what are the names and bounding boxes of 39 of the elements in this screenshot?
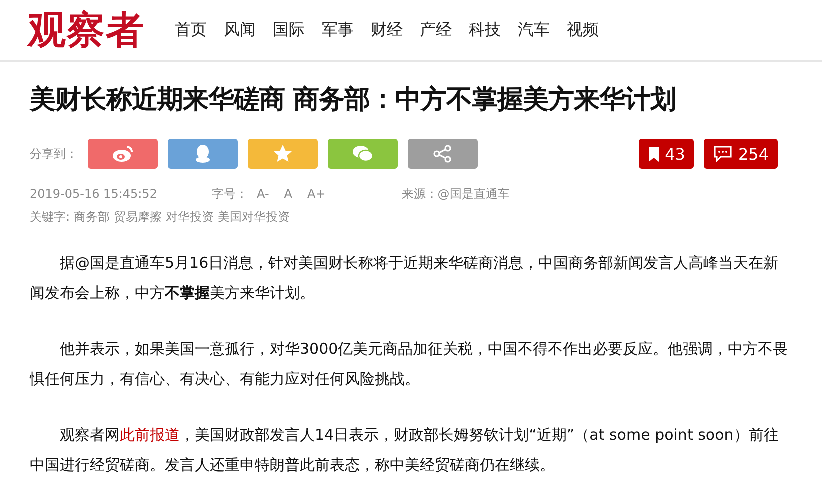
- nav-link[interactable]: 军事: [322, 20, 354, 40]
- nav-link[interactable]: 财经: [371, 20, 403, 40]
- comment-icon: [713, 145, 734, 163]
- keyword-link[interactable]: 美国对华投资: [218, 209, 290, 226]
- share-button[interactable]: [408, 139, 478, 169]
- article-link[interactable]: 此前报道: [120, 426, 180, 444]
- share-icon: [433, 145, 453, 163]
- penguin-icon: [195, 144, 211, 164]
- star-icon: [273, 144, 293, 164]
- share-label: 分享到：: [30, 146, 78, 162]
- keyword-link[interactable]: 对华投资: [166, 209, 214, 226]
- publish-time: 2019-05-16 15:45:52: [30, 187, 158, 201]
- article-paragraph: 据@国是直通车5月16日消息，针对美国财长称将于近期来华磋商消息，中国商务部新闻发言人高峰当天在新闻发布会上称，中方不掌握美方来华计划。: [30, 253, 780, 304]
- bookmark-icon: [648, 146, 660, 162]
- article-paragraph: 观察者网此前报道，美国财政部发言人14日表示，财政部长姆努钦计划“近期”（at some point soon）前往中国进行经贸磋商。发言人还重申特朗普此前表态，称中美经贸磋商仍在继续。: [30, 425, 780, 476]
- nav-link[interactable]: 科技: [469, 20, 501, 40]
- share-button[interactable]: [328, 139, 398, 169]
- keyword-link[interactable]: 商务部: [74, 209, 110, 226]
- keyword-link[interactable]: 贸易摩擦: [114, 209, 162, 226]
- share-button[interactable]: [88, 139, 158, 169]
- nav-link[interactable]: 首页: [175, 20, 207, 40]
- source-text: 来源：@国是直通车: [402, 186, 510, 202]
- article-paragraph: 他并表示，如果美国一意孤行，对华3000亿美元商品加征关税，中国不得不作出必要反应。他强调，中方不畏惧任何压力，有信心、有决心、有能力应对任何风险挑战。: [30, 339, 790, 390]
- comment-button[interactable]: 254: [704, 139, 778, 169]
- site-logo[interactable]: 观察者: [28, 11, 145, 49]
- nav-link[interactable]: 视频: [567, 20, 599, 40]
- font-size-link[interactable]: A-: [257, 187, 270, 201]
- font-size-link[interactable]: A: [284, 187, 292, 201]
- share-button[interactable]: [248, 139, 318, 169]
- font-size-label: 字号：: [212, 186, 248, 202]
- nav-link[interactable]: 汽车: [518, 20, 550, 40]
- nav-link[interactable]: 国际: [273, 20, 305, 40]
- font-size-link[interactable]: A+: [308, 187, 326, 201]
- keywords-label: 关键字:: [30, 209, 70, 226]
- nav-link[interactable]: 风闻: [224, 20, 256, 40]
- share-button[interactable]: [168, 139, 238, 169]
- bookmark-button[interactable]: 43: [639, 139, 694, 169]
- article-headline: 美财长称近期来华磋商 商务部：中方不掌握美方来华计划: [30, 84, 678, 117]
- nav-link[interactable]: 产经: [420, 20, 452, 40]
